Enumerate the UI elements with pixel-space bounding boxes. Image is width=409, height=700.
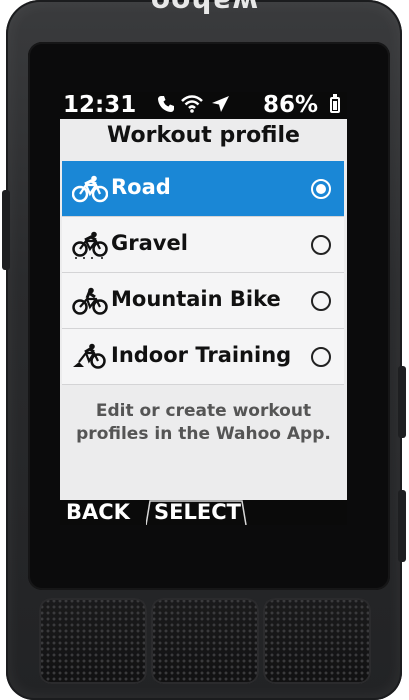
left-side-button[interactable] — [2, 190, 10, 270]
profile-label: Mountain Bike — [111, 287, 281, 311]
radio-unselected[interactable] — [311, 235, 331, 255]
back-softkey[interactable]: BACK — [66, 500, 130, 525]
gravel-bike-icon — [72, 231, 108, 259]
clock: 12:31 — [63, 92, 137, 118]
profile-item-mountain-bike[interactable]: Mountain Bike — [62, 273, 344, 329]
profile-label: Road — [111, 175, 171, 199]
battery-percentage: 86% — [263, 92, 319, 118]
hardware-button-center[interactable] — [151, 598, 259, 684]
indoor-trainer-icon — [72, 343, 108, 371]
radio-unselected[interactable] — [311, 291, 331, 311]
profile-item-indoor-training[interactable]: Indoor Training — [62, 329, 344, 385]
profile-label: Gravel — [111, 231, 188, 255]
hardware-button-left[interactable] — [39, 598, 147, 684]
hardware-button-right[interactable] — [263, 598, 371, 684]
right-side-button-top[interactable] — [398, 366, 406, 438]
profile-list: Road Gravel Mountain Bike Indoor Trainin… — [62, 161, 344, 385]
road-bike-icon — [71, 175, 109, 203]
wifi-icon — [181, 95, 203, 118]
location-arrow-icon — [210, 95, 230, 118]
phone-icon — [157, 95, 175, 118]
select-softkey[interactable]: SELECT — [146, 500, 256, 525]
status-bar: 12:31 86% — [60, 92, 347, 119]
device-screen: 12:31 86% Workout profile Road Gravel Mo… — [60, 92, 347, 525]
profile-label: Indoor Training — [111, 343, 292, 367]
profile-item-road[interactable]: Road — [62, 161, 344, 217]
battery-icon — [330, 94, 340, 113]
radio-selected[interactable] — [311, 179, 331, 199]
softkey-bar: BACK SELECT — [60, 500, 347, 525]
brand-logo: wahoo — [149, 0, 259, 19]
mountain-bike-icon — [72, 287, 108, 315]
page-title: Workout profile — [107, 123, 300, 148]
radio-unselected[interactable] — [311, 347, 331, 367]
hint-text: Edit or create workout profiles in the W… — [76, 401, 331, 444]
select-softkey-label: SELECT — [154, 500, 241, 524]
right-side-button-bottom[interactable] — [398, 490, 406, 562]
profile-item-gravel[interactable]: Gravel — [62, 217, 344, 273]
